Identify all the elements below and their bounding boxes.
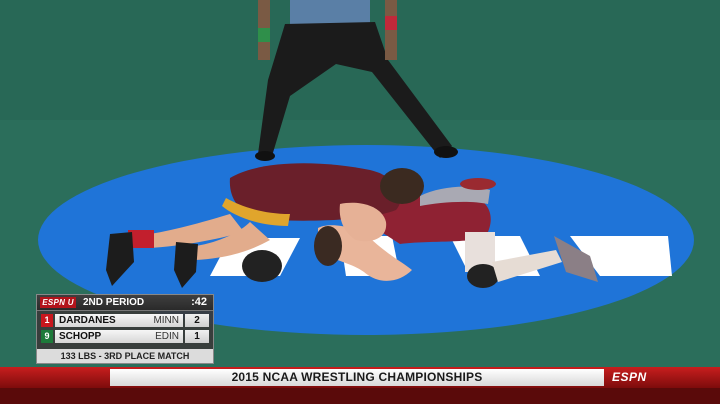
wrestler-row-1: 1 DARDANES MINN 2 [37,313,213,328]
period-label: 2ND PERIOD [83,297,145,308]
seed-badge: 9 [41,330,53,343]
wrestler-row-2: 9 SCHOPP EDIN 1 [37,329,213,344]
wrestler-score: 2 [185,314,209,327]
match-clock: :42 [191,296,207,308]
wrestler-name: SCHOPP [59,331,102,342]
seed-badge: 1 [41,314,53,327]
wrestler-school: EDIN [155,331,179,342]
wrestler-name-bar: DARDANES MINN [55,314,183,327]
wrestler-school: MINN [153,315,179,326]
wrestler-name: DARDANES [59,315,116,326]
scoreboard-header: ESPN U 2ND PERIOD :42 [37,295,213,311]
banner-base [0,388,720,404]
wrestler-name-bar: SCHOPP EDIN [55,330,183,343]
espnu-logo: ESPN U [40,297,76,308]
scoreboard: ESPN U 2ND PERIOD :42 1 DARDANES MINN 2 … [36,294,214,364]
espn-logo: ESPN [612,370,647,384]
wrestler-score: 1 [185,330,209,343]
match-info: 133 LBS - 3RD PLACE MATCH [37,349,213,363]
event-title: 2015 NCAA WRESTLING CHAMPIONSHIPS [110,369,604,386]
